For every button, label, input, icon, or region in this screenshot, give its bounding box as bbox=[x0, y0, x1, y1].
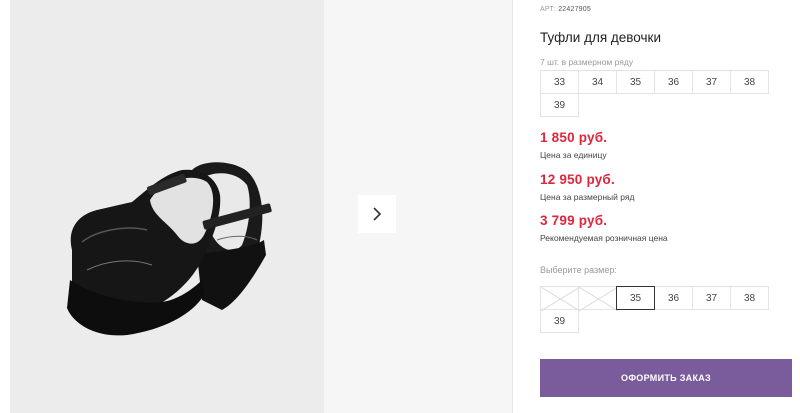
chevron-right-icon bbox=[373, 207, 382, 221]
shoes-image bbox=[67, 162, 272, 336]
unavailable-cross-icon bbox=[541, 287, 580, 311]
size-option-selected[interactable]: 35 bbox=[616, 286, 655, 310]
product-title: Туфли для девочки bbox=[540, 30, 661, 45]
order-button[interactable]: ОФОРМИТЬ ЗАКАЗ bbox=[540, 359, 792, 397]
choose-size-label: Выберите размер: bbox=[540, 265, 617, 275]
article-label: АРТ: bbox=[540, 6, 557, 13]
size-row-cell: 35 bbox=[616, 70, 655, 94]
size-row-cell: 39 bbox=[540, 93, 579, 117]
product-photo-secondary bbox=[324, 0, 512, 413]
article-number: АРТ: 22427905 bbox=[540, 6, 591, 13]
gallery-next-button[interactable] bbox=[358, 195, 396, 233]
size-row-cell: 33 bbox=[540, 70, 579, 94]
size-option-unavailable bbox=[540, 286, 580, 311]
size-row-grid: 33 34 35 36 37 38 39 bbox=[540, 70, 770, 117]
size-row-cell: 38 bbox=[730, 70, 769, 94]
product-photo[interactable] bbox=[10, 0, 324, 413]
size-row-cell: 34 bbox=[578, 70, 617, 94]
article-value: 22427905 bbox=[558, 6, 591, 13]
size-selector: 35 36 37 38 39 bbox=[540, 286, 770, 333]
size-option[interactable]: 38 bbox=[730, 286, 769, 310]
retail-price-label: Рекомендуемая розничная цена bbox=[540, 233, 668, 243]
retail-price: 3 799 руб. bbox=[540, 213, 608, 228]
unit-price: 1 850 руб. bbox=[540, 130, 608, 145]
product-gallery bbox=[10, 0, 512, 413]
gallery-divider bbox=[512, 0, 513, 413]
row-price-label: Цена за размерный ряд bbox=[540, 192, 635, 202]
size-row-cell: 37 bbox=[692, 70, 731, 94]
row-price: 12 950 руб. bbox=[540, 172, 615, 187]
size-option[interactable]: 39 bbox=[540, 309, 579, 333]
size-option[interactable]: 36 bbox=[654, 286, 693, 310]
size-row-note: 7 шт. в размерном ряду bbox=[540, 57, 634, 67]
unit-price-label: Цена за единицу bbox=[540, 150, 607, 160]
unavailable-cross-icon bbox=[579, 287, 618, 311]
size-option[interactable]: 37 bbox=[692, 286, 731, 310]
size-option-unavailable bbox=[578, 286, 618, 311]
size-row-cell: 36 bbox=[654, 70, 693, 94]
